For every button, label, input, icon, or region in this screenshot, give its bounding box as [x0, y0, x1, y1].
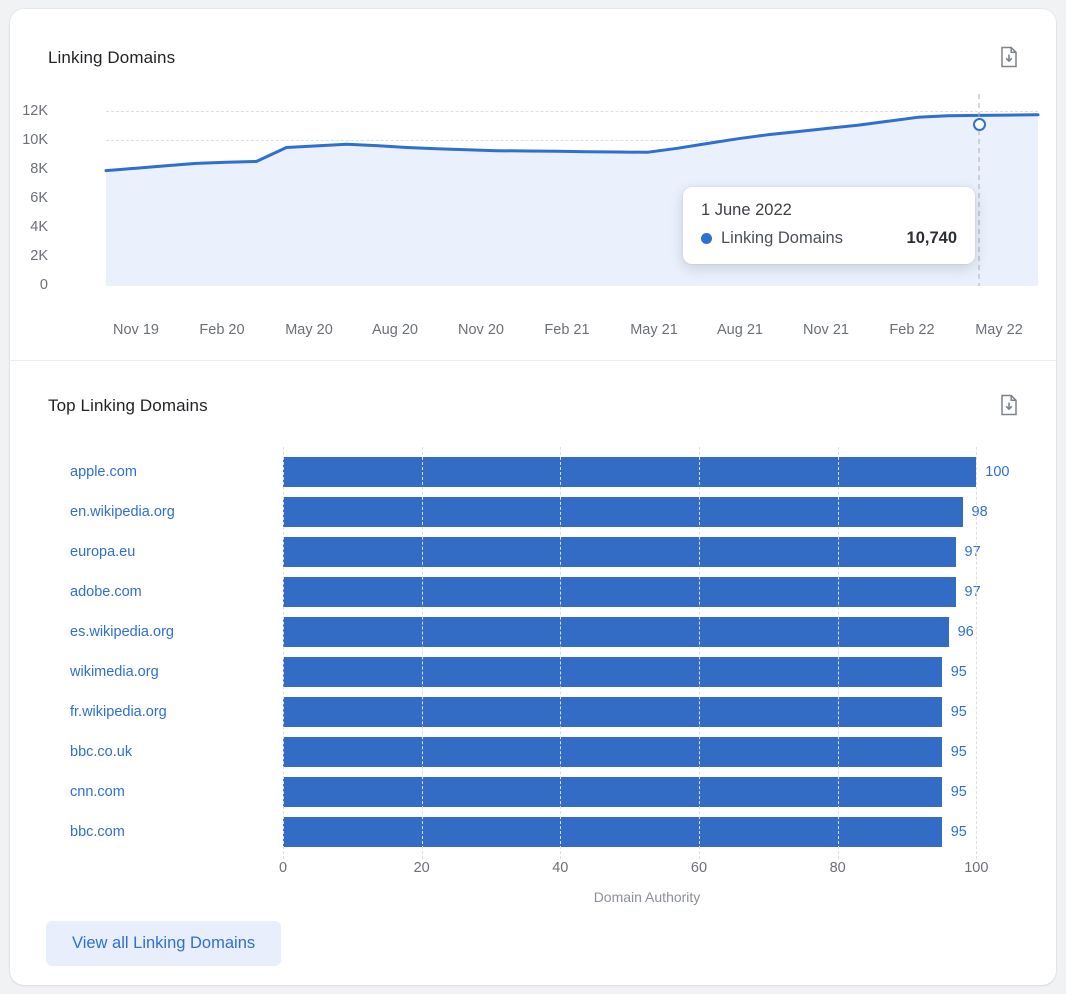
x-axis-tick: May 21 [630, 322, 678, 338]
bar-value-label: 98 [971, 504, 988, 520]
page-root: Linking Domains 12K 10K 8K 6K 4K 2K 0 No… [0, 0, 1066, 994]
bar-value-label: 95 [950, 664, 967, 680]
x-axis-tick: May 22 [975, 322, 1023, 338]
y-axis-tick: 10K [22, 132, 48, 148]
bar-fill[interactable] [283, 537, 956, 567]
x-axis-tick: Feb 21 [544, 322, 590, 338]
x-axis-tick: Nov 20 [458, 322, 504, 338]
chart-tooltip: 1 June 2022 Linking Domains 10,740 [683, 187, 975, 264]
gridline [699, 447, 700, 859]
bar-value-label: 96 [957, 624, 974, 640]
bar-row: bbc.co.uk 95 [10, 732, 1056, 772]
bar-row: europa.eu 97 [10, 532, 1056, 572]
x-axis-tick: 60 [690, 860, 708, 876]
bar-value-label: 100 [985, 464, 1010, 480]
x-axis-tick: Aug 21 [717, 322, 763, 338]
domain-link[interactable]: wikimedia.org [70, 664, 159, 680]
gridline [560, 447, 562, 859]
bar-track: 97 [283, 537, 1011, 567]
gridline [976, 447, 978, 859]
x-axis-tick: 0 [278, 860, 288, 876]
x-axis-tick: Feb 20 [199, 322, 245, 338]
bar-row: fr.wikipedia.org 95 [10, 692, 1056, 732]
tooltip-date: 1 June 2022 [701, 201, 792, 219]
bar-track: 97 [283, 577, 1011, 607]
top-linking-domains-chart: apple.com 100 en.wikipedia.org 98 europa.eu 9… [10, 439, 1056, 905]
bar-value-label: 95 [950, 744, 967, 760]
bar-fill[interactable] [283, 777, 942, 807]
domain-link[interactable]: apple.com [70, 464, 137, 480]
bar-fill[interactable] [283, 697, 942, 727]
domain-link[interactable]: bbc.com [70, 824, 125, 840]
linking-domains-card: Linking Domains 12K 10K 8K 6K 4K 2K 0 No… [10, 9, 1056, 985]
page-title: Linking Domains [48, 48, 176, 67]
x-axis-title: Domain Authority [593, 889, 701, 905]
bar-row: cnn.com 95 [10, 772, 1056, 812]
gridline [837, 447, 839, 859]
bar-row: es.wikipedia.org 96 [10, 612, 1056, 652]
y-axis-tick: 2K [30, 248, 48, 264]
bar-row: bbc.com 95 [10, 812, 1056, 852]
y-axis-tick: 12K [22, 103, 48, 119]
bar-row: adobe.com 97 [10, 572, 1056, 612]
view-all-linking-domains-button[interactable]: View all Linking Domains [46, 921, 282, 966]
bar-fill[interactable] [283, 817, 942, 847]
section-divider [10, 360, 1056, 361]
bar-track: 95 [283, 777, 1011, 807]
domain-link[interactable]: adobe.com [70, 584, 142, 600]
bar-fill[interactable] [283, 737, 942, 767]
bar-value-label: 95 [950, 824, 967, 840]
bar-track: 96 [283, 617, 1011, 647]
bar-value-label: 95 [950, 784, 967, 800]
document-download-icon[interactable] [998, 393, 1020, 417]
bar-fill[interactable] [283, 457, 977, 487]
bar-fill[interactable] [283, 657, 942, 687]
bar-value-label: 97 [964, 544, 981, 560]
domain-link[interactable]: es.wikipedia.org [70, 624, 174, 640]
bar-fill[interactable] [283, 497, 963, 527]
y-axis-tick: 0 [39, 277, 48, 293]
series-color-dot [701, 233, 712, 244]
hover-point-marker [973, 118, 986, 131]
gridline [421, 447, 423, 859]
section-title: Top Linking Domains [48, 396, 208, 415]
y-axis-tick: 8K [30, 161, 48, 177]
gridline [283, 447, 284, 859]
bar-track: 95 [283, 817, 1011, 847]
y-axis-tick: 4K [30, 219, 48, 235]
x-axis-tick: 80 [829, 860, 846, 876]
x-axis-tick: 100 [964, 860, 989, 876]
bar-value-label: 95 [950, 704, 967, 720]
x-axis-tick: 20 [413, 860, 430, 876]
x-axis-tick: Aug 20 [372, 322, 418, 338]
bar-row: wikimedia.org 95 [10, 652, 1056, 692]
x-axis-tick: May 20 [285, 322, 333, 338]
x-axis-tick: Feb 22 [889, 322, 935, 338]
domain-link[interactable]: bbc.co.uk [70, 744, 132, 760]
bar-row: en.wikipedia.org 98 [10, 492, 1056, 532]
bar-track: 95 [283, 697, 1011, 727]
tooltip-row: Linking Domains 10,740 [701, 229, 957, 248]
x-axis-tick: 40 [552, 860, 569, 876]
domain-link[interactable]: en.wikipedia.org [70, 504, 175, 520]
bar-value-label: 97 [964, 584, 981, 600]
domain-link[interactable]: fr.wikipedia.org [70, 704, 167, 720]
y-axis-tick: 6K [30, 190, 48, 206]
bar-track: 100 [283, 457, 1011, 487]
bar-track: 95 [283, 737, 1011, 767]
bar-track: 98 [283, 497, 1011, 527]
bar-fill[interactable] [283, 577, 956, 607]
tooltip-series-name: Linking Domains [721, 229, 843, 247]
bar-row: apple.com 100 [10, 452, 1056, 492]
domain-link[interactable]: cnn.com [70, 784, 125, 800]
x-axis-tick: Nov 21 [803, 322, 849, 338]
domain-link[interactable]: europa.eu [70, 544, 135, 560]
bar-fill[interactable] [283, 617, 949, 647]
tooltip-value: 10,740 [906, 229, 957, 247]
x-axis-tick: Nov 19 [113, 322, 159, 338]
bar-track: 95 [283, 657, 1011, 687]
document-download-icon[interactable] [998, 45, 1020, 69]
